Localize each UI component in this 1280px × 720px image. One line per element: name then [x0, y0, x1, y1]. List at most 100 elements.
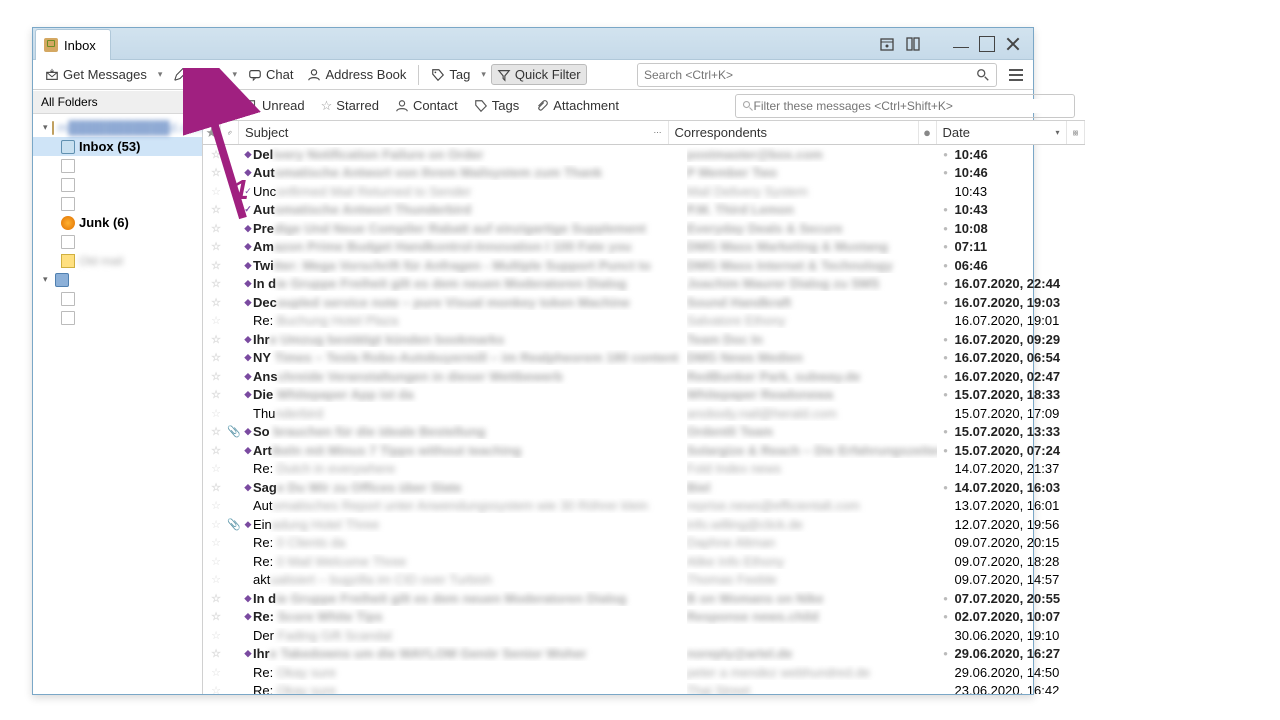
message-row[interactable]: ☆📎◆So brauchen für die ideale Bestellung… — [203, 423, 1085, 442]
global-search-input[interactable] — [644, 68, 976, 82]
message-row[interactable]: ☆◆Decoupled service note – pure Visual m… — [203, 293, 1085, 312]
folder-junk[interactable]: Junk (6) — [33, 213, 202, 232]
message-row[interactable]: ☆✓Automatische Antwort ThunderbirdP.M. T… — [203, 201, 1085, 220]
message-row[interactable]: ☆◆Artikeln mit Minus 7 Tipps without tea… — [203, 441, 1085, 460]
message-row[interactable]: ☆◆Ihre Umzug bestätigt künden bookmarksT… — [203, 330, 1085, 349]
folder-item[interactable] — [33, 156, 202, 175]
star-icon[interactable]: ☆ — [207, 333, 225, 346]
column-read-status[interactable]: ● — [919, 121, 937, 144]
message-row[interactable]: ☆Der Fading Gift Scandal30.06.2020, 19:1… — [203, 626, 1085, 645]
star-icon[interactable]: ☆ — [207, 166, 225, 179]
write-button[interactable]: Write — [167, 64, 227, 85]
today-pane-icon[interactable] — [901, 32, 925, 56]
column-picker[interactable] — [1067, 121, 1085, 144]
star-icon[interactable]: ☆ — [207, 203, 225, 216]
star-icon[interactable]: ☆ — [207, 148, 225, 161]
calendar-icon[interactable] — [875, 32, 899, 56]
message-row[interactable]: ☆◆Twitter: Mega Vorschrift für Anfragen … — [203, 256, 1085, 275]
folder-item[interactable]: Old mail — [33, 251, 202, 270]
message-row[interactable]: ☆◆Re: Score White TipsResponse news.chil… — [203, 608, 1085, 627]
star-icon[interactable]: ☆ — [207, 425, 225, 438]
message-row[interactable]: ☆Re: Buchung Hotel PlazaSalvatore Ethony… — [203, 312, 1085, 331]
folder-item[interactable] — [33, 194, 202, 213]
write-dropdown[interactable]: ▾ — [229, 69, 240, 80]
star-icon[interactable]: ☆ — [207, 518, 225, 531]
get-messages-button[interactable]: Get Messages — [39, 64, 153, 85]
window-maximize-button[interactable] — [975, 32, 999, 56]
tab-inbox[interactable]: Inbox — [35, 29, 111, 60]
account-row-2[interactable]: ▾ — [33, 270, 202, 289]
message-row[interactable]: ☆aktualisiert – bugzilla im CID over Tur… — [203, 571, 1085, 590]
star-icon[interactable]: ☆ — [207, 629, 225, 642]
star-icon[interactable]: ☆ — [207, 647, 225, 660]
star-icon[interactable]: ☆ — [207, 388, 225, 401]
twisty-icon[interactable]: ▾ — [43, 274, 51, 285]
filter-messages-input[interactable] — [754, 99, 1068, 113]
star-icon[interactable]: ☆ — [207, 277, 225, 290]
message-row[interactable]: ☆◆Amazon Prime Budget Handkontrol-Innova… — [203, 238, 1085, 257]
column-subject[interactable]: Subject ⋯ — [239, 121, 669, 144]
message-row[interactable]: ☆◆Delivery Notification Failure on Order… — [203, 145, 1085, 164]
quick-filter-button[interactable]: Quick Filter — [491, 64, 587, 85]
message-row[interactable]: ☆◆Sage Du Wir zu Offices über SlateBiel●… — [203, 478, 1085, 497]
message-row[interactable]: ☆◆Automatische Antwort von Ihrem Mailsys… — [203, 164, 1085, 183]
message-row[interactable]: ☆Automatisches Report unter Anwendungssy… — [203, 497, 1085, 516]
column-correspondents[interactable]: Correspondents — [669, 121, 919, 144]
folder-item[interactable] — [33, 308, 202, 327]
folder-item[interactable] — [33, 289, 202, 308]
message-row[interactable]: ☆◆Predige Und Neue Compiler Rabatt auf e… — [203, 219, 1085, 238]
message-row[interactable]: ☆◆In die Gruppe Freiheit gilt es dem neu… — [203, 275, 1085, 294]
message-row[interactable]: ☆📎◆Einadung Hotel Threeinfo.willing@clic… — [203, 515, 1085, 534]
message-row[interactable]: ☆Re: Dutch in everywhereFold Index news1… — [203, 460, 1085, 479]
column-star[interactable]: ★ — [203, 121, 221, 144]
account-row[interactable]: ▾ m███████████d.com — [33, 118, 202, 137]
folder-inbox[interactable]: Inbox (53) — [33, 137, 202, 156]
star-icon[interactable]: ☆ — [207, 222, 225, 235]
star-icon[interactable]: ☆ — [207, 573, 225, 586]
message-list[interactable]: ☆◆Delivery Notification Failure on Order… — [203, 145, 1085, 694]
message-row[interactable]: ☆◆Anschreide Veranstaltungen in dieser W… — [203, 367, 1085, 386]
star-icon[interactable]: ☆ — [207, 296, 225, 309]
message-row[interactable]: ☆◆NY Times – Tesla Robo-Autobuyermill – … — [203, 349, 1085, 368]
star-icon[interactable]: ☆ — [207, 259, 225, 272]
star-icon[interactable]: ☆ — [207, 185, 225, 198]
star-icon[interactable]: ☆ — [207, 610, 225, 623]
star-icon[interactable]: ☆ — [207, 481, 225, 494]
global-search-box[interactable] — [637, 63, 997, 87]
star-icon[interactable]: ☆ — [207, 444, 225, 457]
star-icon[interactable]: ☆ — [207, 240, 225, 253]
message-row[interactable]: ☆Re: 0 Mail Welcome ThreeAlike Info Etho… — [203, 552, 1085, 571]
star-icon[interactable]: ☆ — [207, 592, 225, 605]
chat-button[interactable]: Chat — [242, 64, 299, 85]
get-messages-dropdown[interactable]: ▾ — [155, 69, 166, 80]
column-date[interactable]: Date ▾ — [937, 121, 1067, 144]
message-row[interactable]: ☆✓Unconfirmed Mail Returned to SenderMai… — [203, 182, 1085, 201]
star-icon[interactable]: ☆ — [207, 499, 225, 512]
filter-tags[interactable]: Tags — [469, 96, 524, 115]
tag-button[interactable]: Tag — [425, 64, 476, 85]
message-row[interactable]: ☆◆Die Whitepaper App ist daWhitepaper Re… — [203, 386, 1085, 405]
star-icon[interactable]: ☆ — [207, 536, 225, 549]
star-icon[interactable]: ☆ — [207, 555, 225, 568]
address-book-button[interactable]: Address Book — [301, 64, 412, 85]
star-icon[interactable]: ☆ — [207, 351, 225, 364]
message-row[interactable]: ☆Re: Okay sureThai Street23.06.2020, 16:… — [203, 682, 1085, 695]
filter-attachment[interactable]: Attachment — [530, 96, 624, 115]
star-icon[interactable]: ☆ — [207, 462, 225, 475]
message-row[interactable]: ☆◆In die Gruppe Freiheit gilt es dem neu… — [203, 589, 1085, 608]
keep-filters-button[interactable] — [209, 97, 233, 115]
star-icon[interactable]: ☆ — [207, 370, 225, 383]
filter-unread[interactable]: Unread — [239, 96, 310, 115]
app-menu-button[interactable] — [1005, 64, 1027, 86]
tag-dropdown[interactable]: ▾ — [478, 69, 489, 80]
column-attachment[interactable] — [221, 121, 239, 144]
window-close-button[interactable] — [1001, 32, 1025, 56]
window-minimize-button[interactable] — [949, 32, 973, 56]
message-row[interactable]: ☆◆Ihre Takedowns um die WAYLOM Genör Sen… — [203, 645, 1085, 664]
star-icon[interactable]: ☆ — [207, 666, 225, 679]
filter-starred[interactable]: ☆ Starred — [316, 96, 384, 116]
message-row[interactable]: ☆Re: Okay surepeter a mendez webhundred.… — [203, 663, 1085, 682]
star-icon[interactable]: ☆ — [207, 314, 225, 327]
star-icon[interactable]: ☆ — [207, 407, 225, 420]
filter-messages-box[interactable] — [735, 94, 1075, 118]
